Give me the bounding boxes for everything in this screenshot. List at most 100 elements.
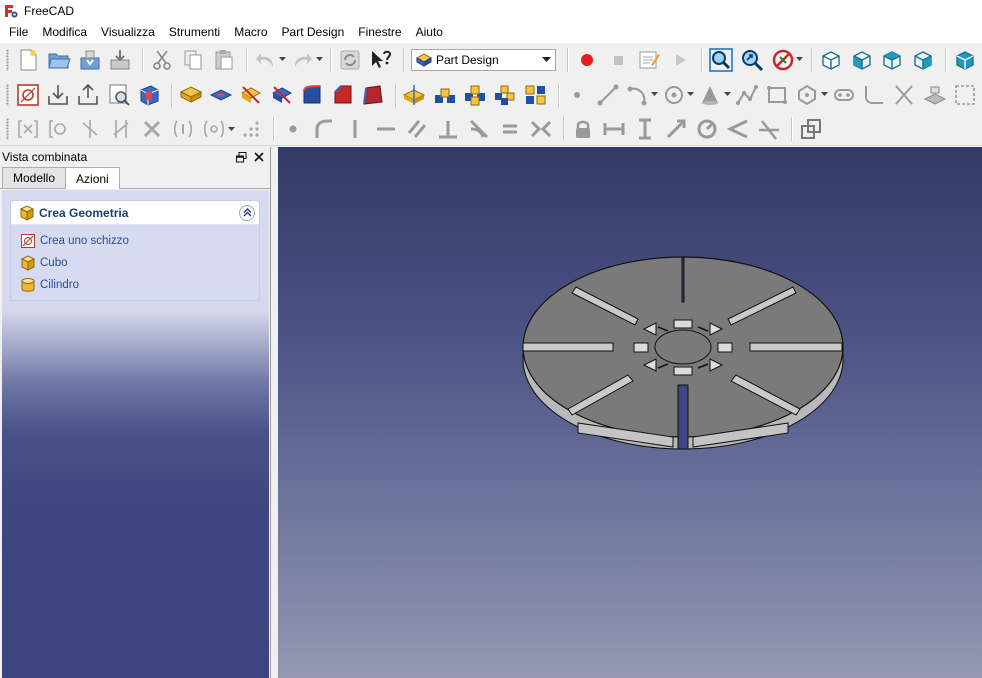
pad-button[interactable] [177, 81, 204, 109]
draw-style-button[interactable] [769, 46, 797, 74]
conic-dropdown[interactable] [723, 81, 731, 109]
menu-windows[interactable]: Finestre [351, 22, 408, 43]
view-section-button[interactable] [136, 81, 163, 109]
toolbar-grip[interactable] [6, 48, 9, 71]
circle-button[interactable] [661, 81, 688, 109]
linear-pattern-button[interactable] [431, 81, 458, 109]
polygon-dropdown[interactable] [820, 81, 828, 109]
rectangle-button[interactable] [763, 81, 790, 109]
menu-file[interactable]: File [2, 22, 35, 43]
constrain-radius-button[interactable] [693, 115, 721, 143]
polar-pattern-button[interactable] [461, 81, 488, 109]
arc-dropdown[interactable] [651, 81, 659, 109]
select-elements-dropdown[interactable] [227, 115, 235, 143]
grid-points-button[interactable] [237, 115, 265, 143]
constrain-coincident-button[interactable] [279, 115, 307, 143]
constrain-parallel-button[interactable] [403, 115, 431, 143]
tab-tasks[interactable]: Azioni [65, 167, 120, 189]
constrain-perpendicular-button[interactable] [434, 115, 462, 143]
task-create-sketch[interactable]: Crea uno schizzo [11, 230, 259, 252]
run-macro-button[interactable] [666, 46, 694, 74]
undo-dropdown[interactable] [279, 46, 287, 74]
constrain-equal-button[interactable] [496, 115, 524, 143]
constrain-snell-button[interactable] [755, 115, 783, 143]
constrain-vertical-button[interactable] [341, 115, 369, 143]
top-view-button[interactable] [879, 46, 907, 74]
constrain-horizontal-button[interactable] [372, 115, 400, 143]
constrain-horizontal-distance-button[interactable] [600, 115, 628, 143]
select-conflicting-button[interactable] [169, 115, 197, 143]
task-group-header[interactable]: Crea Geometria [11, 201, 259, 225]
fit-selection-button[interactable] [738, 46, 766, 74]
draft-button[interactable] [359, 81, 386, 109]
groove-button[interactable] [268, 81, 295, 109]
multi-transform-2-button[interactable] [522, 81, 549, 109]
front-view-button[interactable] [848, 46, 876, 74]
right-view-button[interactable] [909, 46, 937, 74]
redo-dropdown[interactable] [315, 46, 323, 74]
polyline-button[interactable] [733, 81, 760, 109]
paste-button[interactable] [210, 46, 238, 74]
select-horizontal-axis-button[interactable] [107, 115, 135, 143]
new-sketch-button[interactable] [14, 81, 41, 109]
mirror-button[interactable] [401, 81, 428, 109]
conic-button[interactable] [697, 81, 724, 109]
external-geometry-button[interactable] [921, 81, 948, 109]
circle-dropdown[interactable] [687, 81, 695, 109]
isometric-view-button[interactable] [817, 46, 845, 74]
stop-macro-button[interactable] [604, 46, 632, 74]
rear-view-button[interactable] [951, 46, 979, 74]
close-panel-button[interactable] [252, 150, 266, 164]
undo-button[interactable] [252, 46, 280, 74]
constrain-lock-button[interactable] [569, 115, 597, 143]
chamfer-button[interactable] [329, 81, 356, 109]
menu-edit[interactable]: Modifica [35, 22, 94, 43]
close-sketch-button[interactable] [75, 81, 102, 109]
menu-view[interactable]: Visualizza [94, 22, 162, 43]
constrain-distance-button[interactable] [662, 115, 690, 143]
attach-sketch-button[interactable] [44, 81, 71, 109]
constrain-tangent-button[interactable] [465, 115, 493, 143]
save-as-button[interactable] [106, 46, 134, 74]
constrain-point-on-object-button[interactable] [310, 115, 338, 143]
fit-all-button[interactable] [707, 46, 735, 74]
workbench-selector[interactable]: Part Design [411, 48, 557, 71]
task-cylinder[interactable]: Cilindro [11, 274, 259, 296]
3d-viewport[interactable] [278, 147, 982, 678]
constrain-internal-alignment-button[interactable] [797, 115, 825, 143]
trim-button[interactable] [891, 81, 918, 109]
task-cube[interactable]: Cubo [11, 252, 259, 274]
tab-model[interactable]: Modello [2, 167, 67, 188]
constrain-angle-button[interactable] [724, 115, 752, 143]
pocket-button[interactable] [207, 81, 234, 109]
view-sketch-button[interactable] [105, 81, 132, 109]
revolve-button[interactable] [238, 81, 265, 109]
menu-macro[interactable]: Macro [227, 22, 274, 43]
multi-transform-button[interactable] [492, 81, 519, 109]
refresh-button[interactable] [336, 46, 364, 74]
part-model[interactable] [522, 256, 844, 450]
edit-macro-button[interactable] [635, 46, 663, 74]
save-button[interactable] [76, 46, 104, 74]
polygon-button[interactable] [794, 81, 821, 109]
new-button[interactable] [14, 46, 42, 74]
select-vertical-axis-button[interactable] [76, 115, 104, 143]
open-button[interactable] [45, 46, 73, 74]
float-panel-button[interactable] [234, 150, 248, 164]
fillet-button[interactable] [298, 81, 325, 109]
cut-button[interactable] [148, 46, 176, 74]
select-redundant-button[interactable] [138, 115, 166, 143]
slot-button[interactable] [830, 81, 857, 109]
menu-help[interactable]: Aiuto [409, 22, 450, 43]
arc-button[interactable] [624, 81, 651, 109]
redo-button[interactable] [289, 46, 317, 74]
toolbar-grip[interactable] [6, 83, 9, 106]
select-elements-button[interactable] [200, 115, 228, 143]
record-macro-button[interactable] [573, 46, 601, 74]
line-button[interactable] [594, 81, 621, 109]
whats-this-button[interactable] [367, 46, 395, 74]
constrain-vertical-distance-button[interactable] [631, 115, 659, 143]
select-constraints-button[interactable] [14, 115, 42, 143]
point-button[interactable] [564, 81, 591, 109]
construction-mode-button[interactable] [952, 81, 979, 109]
